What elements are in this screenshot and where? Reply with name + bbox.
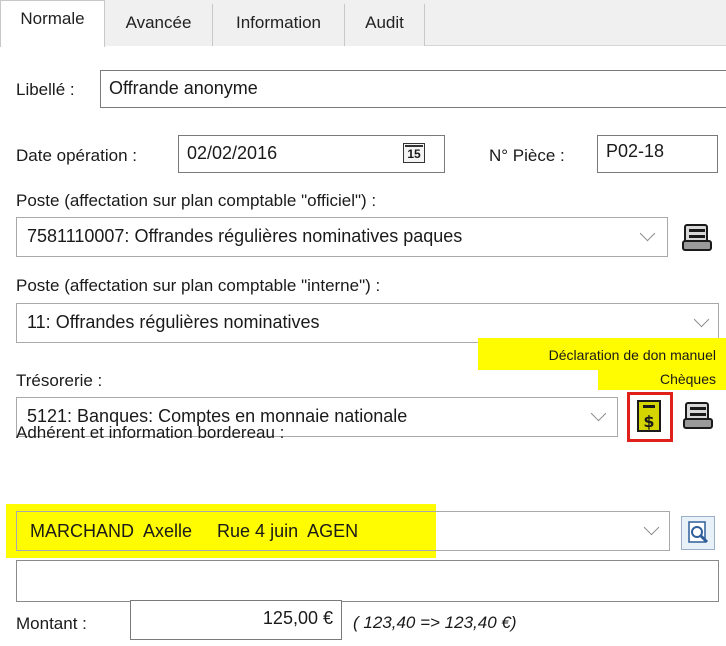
- libelle-label: Libellé :: [16, 80, 75, 99]
- date-operation-value: 02/02/2016: [187, 143, 278, 163]
- ledger-icon[interactable]: [680, 221, 714, 255]
- tab-information[interactable]: Information: [213, 4, 345, 46]
- adherent-value: MARCHAND Axelle Rue 4 juin AGEN: [30, 521, 359, 541]
- tresorerie-label: Trésorerie :: [16, 371, 103, 390]
- poste-officiel-select[interactable]: 7581110007: Offrandes régulières nominat…: [16, 217, 668, 257]
- annotation-cheques: Chèques: [659, 371, 716, 387]
- poste-interne-select[interactable]: 11: Offrandes régulières nominatives: [16, 303, 719, 343]
- bordereau-input[interactable]: [16, 560, 719, 602]
- chevron-down-icon: [590, 405, 607, 422]
- date-operation-label: Date opération :: [16, 146, 137, 165]
- tab-label: Normale: [20, 9, 85, 28]
- montant-label: Montant :: [16, 614, 87, 633]
- piece-label: N° Pièce :: [489, 146, 565, 165]
- poste-officiel-label: Poste (affectation sur plan comptable "o…: [16, 191, 377, 210]
- chevron-down-icon: [643, 519, 660, 536]
- tab-label: Audit: [365, 13, 404, 32]
- don-declaration-icon: $: [637, 400, 661, 432]
- tab-label: Information: [235, 13, 322, 32]
- cheque-icon[interactable]: [681, 399, 715, 433]
- chevron-down-icon: [693, 311, 710, 328]
- annotation-don-manuel: Déclaration de don manuel: [548, 347, 716, 363]
- don-declaration-button[interactable]: $: [627, 392, 673, 442]
- search-icon: [688, 521, 709, 544]
- calendar-icon[interactable]: 15: [403, 143, 425, 163]
- piece-input[interactable]: P02-18: [597, 135, 718, 173]
- adherent-label: Adhérent et information bordereau :: [16, 423, 285, 442]
- tab-avancee[interactable]: Avancée: [105, 4, 213, 46]
- tab-audit[interactable]: Audit: [345, 4, 425, 46]
- montant-input[interactable]: 125,00 €: [130, 600, 342, 640]
- poste-interne-label: Poste (affectation sur plan comptable "i…: [16, 276, 381, 295]
- montant-detail: ( 123,40 => 123,40 €): [353, 613, 517, 632]
- poste-interne-value: 11: Offrandes régulières nominatives: [27, 312, 320, 332]
- chevron-down-icon: [639, 225, 656, 242]
- libelle-input[interactable]: Offrande anonyme: [100, 70, 726, 108]
- search-button[interactable]: [681, 516, 715, 550]
- poste-officiel-value: 7581110007: Offrandes régulières nominat…: [27, 226, 463, 246]
- tab-label: Avancée: [125, 13, 192, 32]
- svg-text:$: $: [643, 412, 654, 431]
- tab-normale[interactable]: Normale: [0, 0, 105, 47]
- calendar-day: 15: [407, 147, 421, 161]
